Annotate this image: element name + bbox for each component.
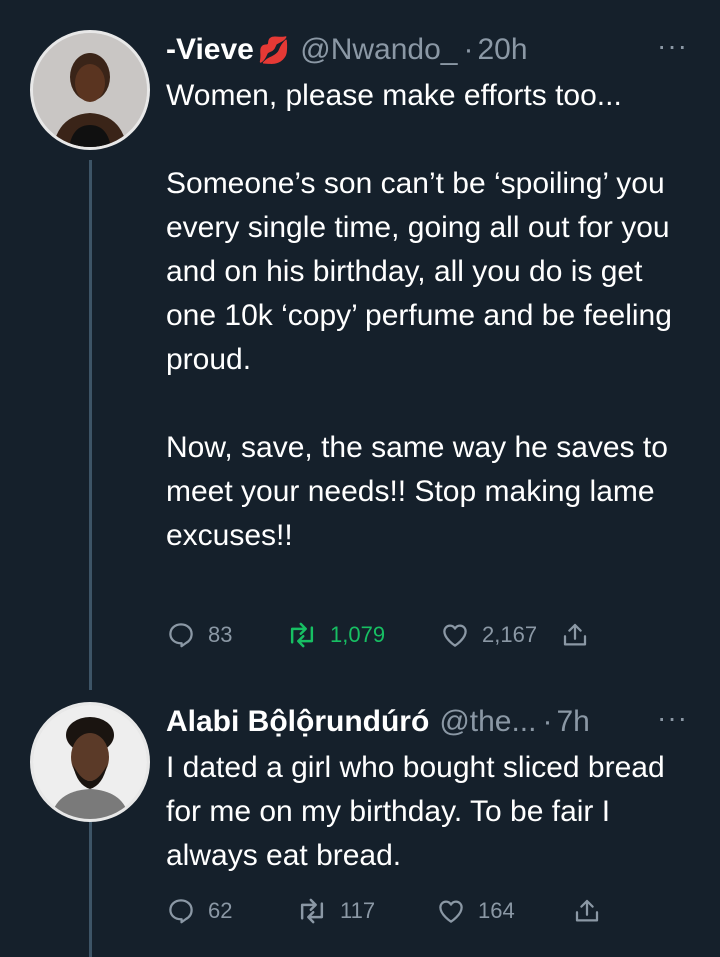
retweet-count: 1,079: [330, 622, 386, 647]
share-button[interactable]: [572, 896, 602, 926]
tweet-paragraph: Someone’s son can’t be ‘spoiling’ you ev…: [166, 167, 672, 376]
timestamp[interactable]: 20h: [477, 33, 527, 67]
like-count: 2,167: [482, 622, 538, 647]
thread-line: [89, 160, 92, 690]
tweet-header: Alabi Bộlộrundúró @the... · 7h: [166, 700, 590, 744]
display-name[interactable]: Alabi Bộlộrundúró: [166, 705, 429, 739]
share-icon: [563, 623, 587, 646]
display-name[interactable]: -Vieve: [166, 33, 254, 67]
like-button[interactable]: 2,167: [440, 620, 560, 650]
tweet-actions: 83 1,079 2,167: [166, 620, 590, 650]
reply-icon: [169, 623, 193, 648]
reply-button[interactable]: 62: [166, 896, 296, 926]
reply-button[interactable]: 83: [166, 620, 286, 650]
avatar[interactable]: [30, 30, 150, 150]
share-icon: [575, 899, 599, 922]
user-handle[interactable]: @Nwando_: [300, 33, 457, 67]
timestamp[interactable]: 7h: [556, 705, 589, 739]
separator-dot: ·: [542, 705, 553, 738]
like-icon: [443, 624, 467, 647]
like-count: 164: [478, 898, 515, 923]
retweet-icon: [290, 622, 314, 648]
tweet-paragraph: I dated a girl who bought sliced bread f…: [166, 751, 665, 872]
tweet-actions: 62 117 164: [166, 896, 602, 926]
tweet-header: -Vieve 💋 @Nwando_ · 20h: [166, 28, 528, 72]
retweet-button[interactable]: 1,079: [286, 620, 440, 650]
reply-count: 83: [208, 622, 233, 647]
retweet-count: 117: [340, 898, 376, 923]
reply-count: 62: [208, 898, 233, 923]
user-handle[interactable]: @the...: [439, 705, 536, 739]
avatar[interactable]: [30, 702, 150, 822]
tweet-paragraph: Now, save, the same way he saves to meet…: [166, 431, 668, 552]
retweet-button[interactable]: 117: [296, 896, 436, 926]
more-icon[interactable]: ···: [657, 702, 688, 734]
tweet-text: Women, please make efforts too... Someon…: [166, 74, 686, 558]
avatar-image: [33, 705, 147, 819]
retweet-icon: [300, 898, 324, 924]
like-icon: [439, 900, 463, 923]
tweet-text: I dated a girl who bought sliced bread f…: [166, 746, 686, 878]
reply-icon: [169, 899, 193, 924]
avatar-image: [33, 33, 147, 147]
thread-line-bottom: [89, 822, 92, 957]
kiss-mark-emoji: 💋: [257, 34, 291, 65]
tweet-paragraph: Women, please make efforts too...: [166, 79, 622, 112]
separator-dot: ·: [463, 33, 474, 66]
like-button[interactable]: 164: [436, 896, 572, 926]
share-button[interactable]: [560, 620, 590, 650]
more-icon[interactable]: ···: [657, 30, 688, 62]
